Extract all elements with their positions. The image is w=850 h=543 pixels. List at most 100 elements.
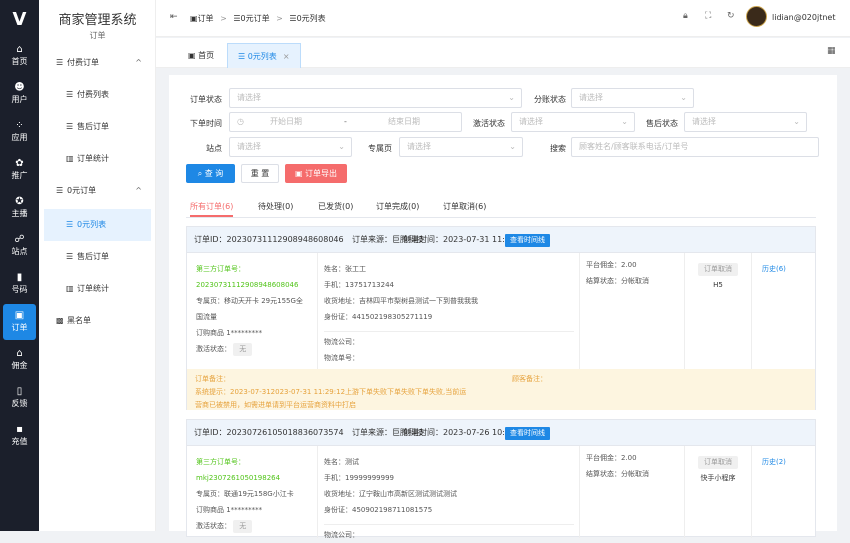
sidebar-item-zero-stats[interactable]: ▥ 订单统计 <box>39 273 156 305</box>
order-header: 订单ID：20230731112908948608046 订单来源：巨腾科技 创… <box>187 227 815 253</box>
breadcrumb-item[interactable]: 订单 <box>198 14 214 23</box>
start-date-placeholder: 开始日期 <box>270 117 302 126</box>
rail-item-streamer[interactable]: ✪ 主播 <box>0 190 39 226</box>
sidebar-group-zero-orders[interactable]: ☰ 0元订单 ^ <box>39 175 156 207</box>
chevron-down-icon: ⌄ <box>509 142 516 151</box>
rail-item-site[interactable]: ☍ 站点 <box>0 228 39 264</box>
split-status-select[interactable]: 请选择 ⌄ <box>571 88 694 108</box>
query-button[interactable]: ⌕ 查 询 <box>186 164 235 183</box>
activate-status-label: 激活状态 <box>473 119 505 128</box>
aftersale-status-select[interactable]: 请选择 ⌄ <box>684 112 807 132</box>
customer-phone: 手机：19999999999 <box>324 474 394 482</box>
timeline-button[interactable]: 查看时间线 <box>505 234 550 247</box>
order-status-select[interactable]: 请选择 ⌄ <box>229 88 522 108</box>
tab-cancelled[interactable]: 订单取消(6) <box>443 197 486 217</box>
zone-page: 专属页：移动天开卡 29元155G全 <box>196 297 303 305</box>
feedback-icon: ▯ <box>16 386 23 397</box>
date-range-picker[interactable]: ◷ 开始日期 - 结束日期 <box>229 112 462 132</box>
placeholder: 请选择 <box>579 93 603 102</box>
timeline-button[interactable]: 查看时间线 <box>505 427 550 440</box>
logistics-company: 物流公司： <box>324 524 574 543</box>
tab-all-orders[interactable]: 所有订单(6) <box>190 197 234 217</box>
collapse-menu-icon[interactable]: ⇤ <box>170 12 178 22</box>
order-notice: 订单备注： 顾客备注： 系统提示：2023-07-312023-07-31 11… <box>187 369 815 410</box>
grid-menu-icon[interactable]: ▦ <box>827 46 836 56</box>
list-icon: ☰ <box>66 90 74 99</box>
tab-completed[interactable]: 订单完成(0) <box>376 197 419 217</box>
status-badge: 订单取消 <box>698 263 738 276</box>
icon-rail: V ⌂ 首页 ☻ 用户 ⁘ 应用 ✿ 推广 ✪ 主播 ☍ 站点 ▮ 号码 ▣ 订单 ⌂ 佣金 ▯ 反… <box>0 0 39 531</box>
activate-status-select[interactable]: 请选择 ⌄ <box>511 112 635 132</box>
sidebar-item-aftersale[interactable]: ☰ 售后订单 <box>39 111 156 143</box>
divider <box>684 446 685 538</box>
export-icon: ▣ <box>294 169 306 178</box>
logo: V <box>12 9 27 30</box>
tab-shipped[interactable]: 已发货(0) <box>318 197 353 217</box>
username[interactable]: lidian@020jtnet <box>772 13 835 22</box>
platform-commission: 平台佣金：2.00 <box>586 261 637 269</box>
divider <box>317 253 318 370</box>
history-link[interactable]: 历史(2) <box>762 454 786 470</box>
rail-item-commission[interactable]: ⌂ 佣金 <box>0 342 39 378</box>
rail-label: 反馈 <box>11 399 28 408</box>
close-icon[interactable]: × <box>283 52 290 61</box>
top-bar: ⇤ ▣订单 > ☰0元订单 > ☰0元列表 🔒︎ ⛶ ↻ lidian@020j… <box>156 0 850 37</box>
system-notice-cont: 营商已被禁用，如需进单请到平台运营商资料中打启 <box>195 401 356 409</box>
zone-select[interactable]: 请选择 ⌄ <box>399 137 523 157</box>
search-input[interactable]: 顾客姓名/顾客联系电话/订单号 <box>571 137 819 157</box>
sidebar-group-paid-orders[interactable]: ☰ 付费订单 ^ <box>39 47 156 79</box>
zone-page: 专属页：联通19元158G小江卡 <box>196 490 294 498</box>
rail-label: 主播 <box>11 209 28 218</box>
history-link[interactable]: 历史(6) <box>762 261 786 277</box>
divider <box>684 253 685 370</box>
sidebar-item-order-stats[interactable]: ▥ 订单统计 <box>39 143 156 175</box>
lock-icon[interactable]: 🔒︎ <box>683 11 688 21</box>
rail-item-home[interactable]: ⌂ 首页 <box>0 38 39 74</box>
rail-item-promote[interactable]: ✿ 推广 <box>0 152 39 188</box>
reset-button[interactable]: 重 置 <box>241 164 279 183</box>
tab-label: 首页 <box>198 51 215 60</box>
sidebar-item-zero-aftersale[interactable]: ☰ 售后订单 <box>39 241 156 273</box>
rail-item-orders[interactable]: ▣ 订单 <box>3 304 36 340</box>
order-icon: ▣ <box>14 310 25 321</box>
rail-item-number[interactable]: ▮ 号码 <box>0 266 39 302</box>
rail-item-recharge[interactable]: ▪ 充值 <box>0 418 39 454</box>
breadcrumb-item[interactable]: 0元订单 <box>241 14 270 23</box>
chevron-down-icon: ⌄ <box>621 117 628 126</box>
site-select[interactable]: 请选择 ⌄ <box>229 137 352 157</box>
sidebar-item-zero-list[interactable]: ☰ 0元列表 <box>44 209 151 241</box>
site-icon: ☍ <box>14 234 25 245</box>
sidebar-item-blacklist[interactable]: ▩ 黑名单 <box>39 305 156 337</box>
placeholder: 顾客姓名/顾客联系电话/订单号 <box>579 142 689 151</box>
activate-badge: 无 <box>233 343 253 356</box>
product: 订购商品 1********* <box>196 329 263 337</box>
rail-label: 应用 <box>11 133 28 142</box>
rail-label: 用户 <box>11 95 28 104</box>
placeholder: 请选择 <box>692 117 716 126</box>
export-button[interactable]: ▣ 订单导出 <box>285 164 347 183</box>
breadcrumb-icon: ☰ <box>233 14 241 23</box>
breadcrumb-icon: ☰ <box>289 14 297 23</box>
fullscreen-icon[interactable]: ⛶ <box>705 11 711 21</box>
order-channel: 快手小程序 <box>700 474 736 482</box>
sidebar-label: 付费订单 <box>67 58 99 67</box>
commission-icon: ⌂ <box>16 348 23 359</box>
recharge-icon: ▪ <box>16 424 23 435</box>
chart-icon: ▥ <box>66 154 74 163</box>
tab-zero-list[interactable]: ☰ 0元列表 × <box>227 43 301 68</box>
tab-home[interactable]: ▣ 首页 <box>178 43 224 68</box>
breadcrumb-icon: ▣ <box>190 14 198 23</box>
rail-item-apps[interactable]: ⁘ 应用 <box>0 114 39 150</box>
sidebar-item-paid-list[interactable]: ☰ 付费列表 <box>39 79 156 111</box>
product: 订购商品 1********* <box>196 506 263 514</box>
chevron-down-icon: ⌄ <box>508 93 515 102</box>
avatar[interactable] <box>746 6 767 27</box>
third-party-order-no: mkj2307261050198264 <box>196 474 281 482</box>
rail-item-feedback[interactable]: ▯ 反馈 <box>0 380 39 416</box>
tab-pending[interactable]: 待处理(0) <box>258 197 293 217</box>
breadcrumb-separator: > <box>276 14 283 23</box>
customer-idcard: 身份证：450902198711081575 <box>324 506 433 514</box>
rail-item-users[interactable]: ☻ 用户 <box>0 76 39 112</box>
breadcrumb: ▣订单 > ☰0元订单 > ☰0元列表 <box>190 13 326 24</box>
refresh-icon[interactable]: ↻ <box>727 11 735 21</box>
